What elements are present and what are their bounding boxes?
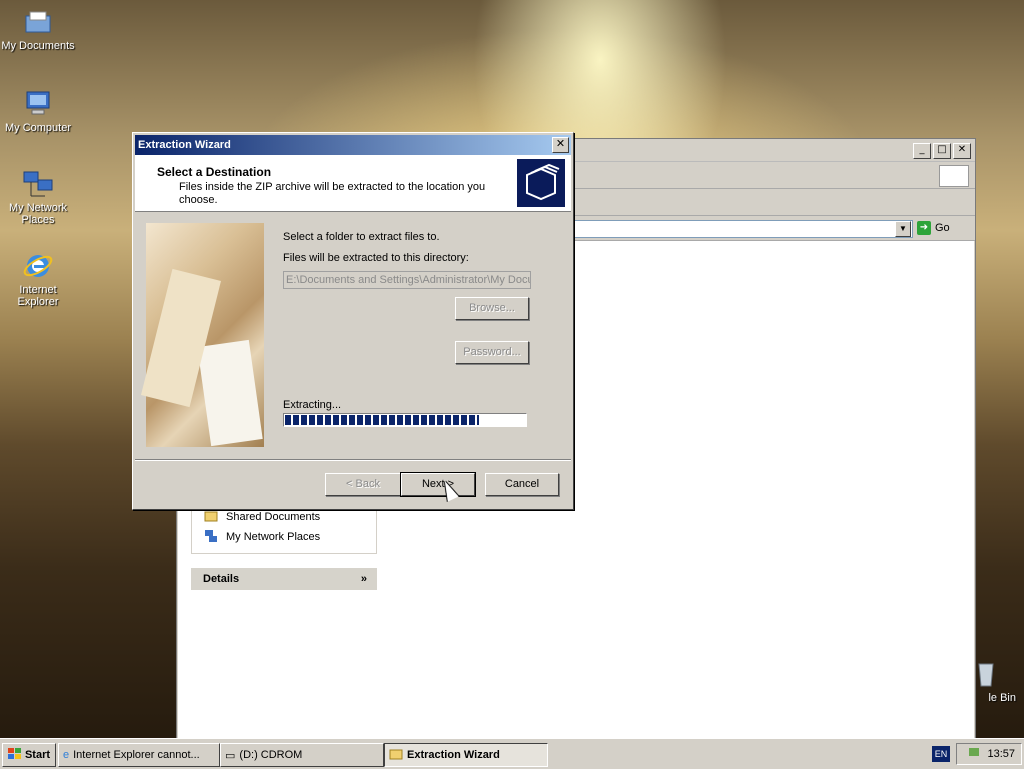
start-label: Start <box>24 749 51 761</box>
desktop-icon-internet-explorer[interactable]: Internet Explorer <box>0 250 78 308</box>
go-button[interactable]: ➜ Go <box>917 220 950 236</box>
progress-fill <box>285 415 480 425</box>
language-indicator[interactable]: EN <box>932 746 950 762</box>
desktop-icon-label: My Documents <box>1 40 75 52</box>
wizard-step-title: Select a Destination <box>157 165 272 179</box>
zip-folders-icon <box>517 159 565 207</box>
network-icon <box>22 168 54 200</box>
place-my-network-places[interactable]: My Network Places <box>204 527 366 547</box>
desktop-icon-my-documents[interactable]: My Documents <box>0 6 78 52</box>
task-extraction-wizard[interactable]: Extraction Wizard <box>384 743 548 767</box>
close-icon[interactable]: ✕ <box>953 143 971 159</box>
next-button[interactable]: Next > <box>400 472 476 497</box>
windows-logo-icon <box>939 165 969 187</box>
task-internet-explorer[interactable]: e Internet Explorer cannot... <box>58 743 220 767</box>
wizard-step-subtitle: Files inside the ZIP archive will be ext… <box>179 181 486 206</box>
select-folder-label: Select a folder to extract files to. <box>283 231 440 243</box>
footer-divider <box>135 459 571 461</box>
dialog-titlebar[interactable]: Extraction Wizard ✕ <box>135 135 571 155</box>
network-icon <box>204 529 218 546</box>
dialog-title: Extraction Wizard <box>138 139 231 151</box>
place-shared-documents[interactable]: Shared Documents <box>204 507 366 527</box>
back-button[interactable]: < Back <box>325 473 401 496</box>
network-tray-icon[interactable] <box>967 746 981 763</box>
desktop-icon-label: Internet Explorer <box>17 284 59 308</box>
wizard-header: Select a Destination Files inside the ZI… <box>135 155 571 212</box>
desktop-icon-network[interactable]: My Network Places <box>0 168 78 226</box>
folder-docs-icon <box>22 6 54 38</box>
computer-icon <box>22 88 54 120</box>
clock: 13:57 <box>987 748 1015 760</box>
browse-button[interactable]: Browse... <box>455 297 529 320</box>
minimize-icon[interactable]: _ <box>913 143 931 159</box>
task-label: (D:) CDROM <box>239 749 303 761</box>
extraction-progress-bar <box>283 413 527 427</box>
place-label: Shared Documents <box>226 511 321 523</box>
extraction-wizard-dialog: Extraction Wizard ✕ Select a Destination… <box>132 132 574 510</box>
folder-icon <box>204 509 218 526</box>
task-cdrom[interactable]: ▭ (D:) CDROM <box>220 743 384 767</box>
ie-icon <box>22 250 54 282</box>
chevron-down-icon[interactable]: ▼ <box>895 221 911 237</box>
password-button[interactable]: Password... <box>455 341 529 364</box>
maximize-icon[interactable]: □ <box>933 143 951 159</box>
double-chevron-down-icon[interactable]: » <box>361 573 367 585</box>
go-arrow-icon: ➜ <box>917 221 931 235</box>
task-label: Extraction Wizard <box>407 749 500 761</box>
desktop-icon-my-computer[interactable]: My Computer <box>0 88 78 134</box>
windows-flag-icon <box>7 747 22 763</box>
details-section-header[interactable]: Details » <box>191 568 377 590</box>
close-icon[interactable]: ✕ <box>552 137 569 153</box>
extracting-label: Extracting... <box>283 399 342 411</box>
go-label: Go <box>935 222 950 234</box>
cancel-button[interactable]: Cancel <box>485 473 559 496</box>
start-button[interactable]: Start <box>2 743 56 767</box>
task-label: Internet Explorer cannot... <box>73 749 200 761</box>
place-label: My Network Places <box>226 531 321 543</box>
drive-icon: ▭ <box>225 749 236 762</box>
directory-label: Files will be extracted to this director… <box>283 252 469 264</box>
destination-path-field[interactable]: E:\Documents and Settings\Administrator\… <box>283 271 531 289</box>
details-label: Details <box>203 573 240 585</box>
taskbar: Start e Internet Explorer cannot... ▭ (D… <box>0 738 1024 769</box>
system-tray: 13:57 <box>956 743 1022 765</box>
other-places-panel: Shared Documents My Network Places Detai… <box>191 503 377 590</box>
ie-icon: e <box>63 749 70 761</box>
zip-folder-icon <box>389 748 403 763</box>
desktop-icon-label: My Computer <box>4 122 72 134</box>
desktop-icon-label: My Network Places <box>8 202 68 226</box>
wizard-side-image <box>141 223 264 447</box>
